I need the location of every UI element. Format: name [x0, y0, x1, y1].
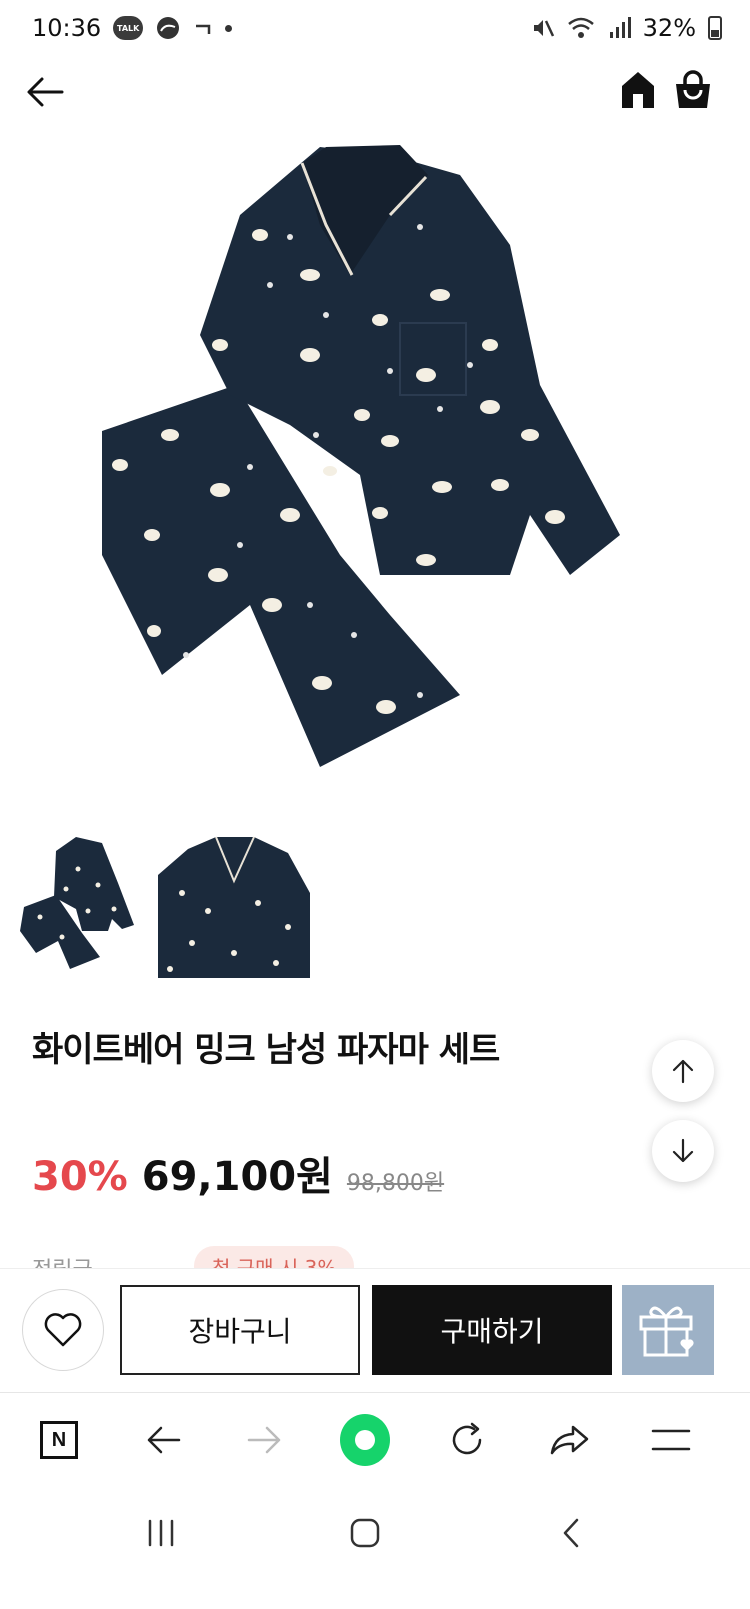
shopping-bag-icon	[676, 70, 710, 108]
naver-logo-icon: N	[40, 1421, 78, 1459]
weather-icon	[157, 17, 180, 39]
heart-icon	[44, 1313, 82, 1347]
thumbnail-1[interactable]	[18, 833, 136, 973]
reward-label: 적립금	[32, 1252, 93, 1268]
system-back-button[interactable]	[546, 1508, 596, 1558]
menu-button[interactable]	[646, 1415, 696, 1465]
thumbnail-2[interactable]	[158, 833, 310, 978]
refresh-icon	[452, 1422, 482, 1455]
naver-home-button[interactable]: N	[34, 1415, 84, 1465]
gift-icon	[639, 1306, 694, 1357]
discount-rate: 30%	[32, 1154, 128, 1200]
purchase-action-bar: 장바구니 구매하기	[0, 1268, 750, 1390]
status-left: 10:36 TALK	[32, 14, 233, 42]
signal-icon	[609, 17, 631, 38]
browser-back-button[interactable]	[138, 1415, 188, 1465]
mute-icon	[533, 20, 554, 37]
hamburger-menu-icon	[651, 1429, 691, 1451]
battery-icon	[708, 16, 722, 40]
status-bar: 10:36 TALK 32%	[0, 0, 750, 56]
sale-price: 69,100원	[141, 1154, 333, 1200]
reward-row-partial: 적립금 첫 구매 시 3%	[0, 1246, 750, 1268]
share-icon	[550, 1425, 589, 1455]
pajama-set-illustration	[102, 145, 620, 767]
system-home-button[interactable]	[340, 1508, 390, 1558]
system-navigation-bar	[0, 1486, 750, 1609]
original-price: 98,800원	[346, 1171, 445, 1196]
first-purchase-chip: 첫 구매 시 3%	[194, 1246, 355, 1268]
cart-button[interactable]	[674, 68, 712, 110]
home-button[interactable]	[620, 70, 656, 110]
browser-toolbar: N	[0, 1392, 750, 1486]
thumbnail-detail-image	[158, 836, 310, 978]
green-circle-icon	[340, 1414, 390, 1466]
gift-button[interactable]	[622, 1285, 714, 1375]
minimize-icon	[196, 24, 211, 34]
top-nav	[0, 60, 750, 124]
dot-icon	[225, 24, 233, 32]
back-arrow-icon	[27, 77, 64, 107]
system-back-icon	[563, 1518, 579, 1548]
battery-percent: 32%	[642, 14, 696, 42]
green-dot-button[interactable]	[340, 1414, 390, 1466]
price-row: 30% 69,100원 98,800원	[32, 1144, 444, 1202]
status-right: 32%	[531, 14, 722, 42]
arrow-left-icon	[147, 1426, 181, 1454]
browser-forward-button[interactable]	[240, 1415, 290, 1465]
product-title: 화이트베어 밍크 남성 파자마 세트	[32, 1030, 500, 1070]
home-icon	[622, 72, 654, 108]
buy-now-button[interactable]: 구매하기	[372, 1285, 612, 1375]
kakaotalk-icon: TALK	[113, 16, 144, 40]
refresh-button[interactable]	[442, 1415, 492, 1465]
recent-apps-icon	[148, 1519, 174, 1547]
arrow-down-icon	[672, 1138, 694, 1163]
wifi-icon	[567, 17, 594, 38]
recent-apps-button[interactable]	[136, 1508, 186, 1558]
thumbnail-full-set-image	[20, 837, 134, 969]
arrow-up-icon	[672, 1059, 694, 1084]
product-main-image[interactable]	[90, 135, 650, 785]
scroll-up-button[interactable]	[652, 1040, 714, 1102]
scroll-down-button[interactable]	[652, 1120, 714, 1182]
add-to-cart-button[interactable]: 장바구니	[120, 1285, 360, 1375]
arrow-right-icon	[247, 1426, 281, 1454]
wishlist-button[interactable]	[22, 1289, 104, 1371]
system-home-icon	[350, 1518, 380, 1548]
status-time: 10:36	[32, 14, 102, 42]
share-button[interactable]	[544, 1415, 594, 1465]
back-button[interactable]	[24, 72, 66, 112]
